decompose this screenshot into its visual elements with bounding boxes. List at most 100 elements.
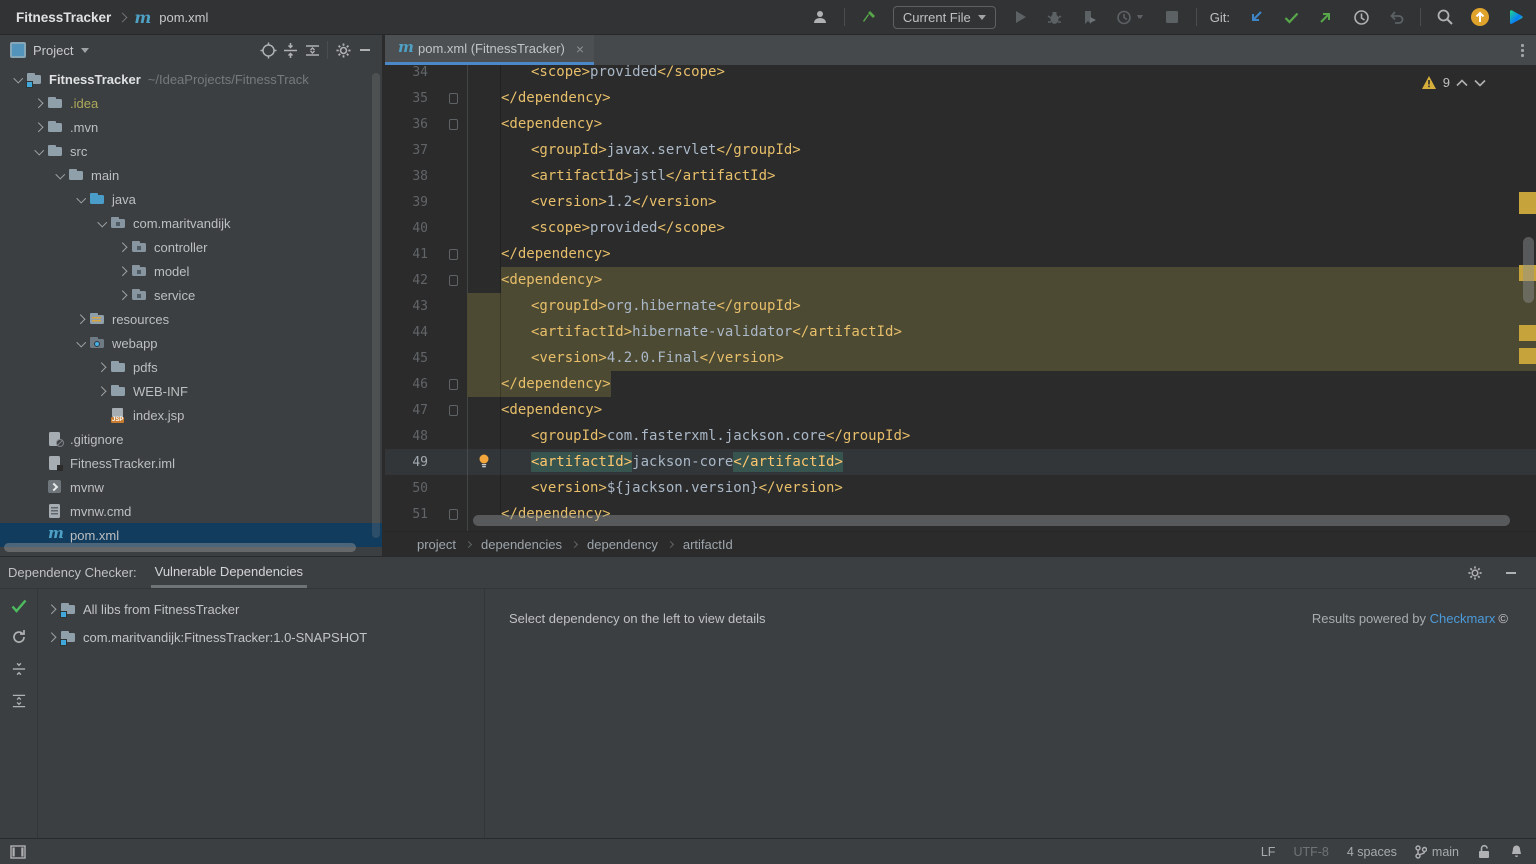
project-tree-item-pdfs[interactable]: pdfs [0, 355, 382, 379]
close-icon[interactable]: × [576, 41, 584, 57]
line-number[interactable]: 37 [385, 143, 440, 158]
unlock-icon[interactable] [1477, 844, 1491, 859]
dependency-tree-item[interactable]: All libs from FitnessTracker [38, 595, 484, 623]
code-line-49[interactable]: 49 <artifactId> jackson-core </artifactId> [385, 449, 1536, 475]
fold-marker-icon[interactable] [440, 248, 467, 260]
line-number[interactable]: 45 [385, 351, 440, 366]
project-tree-item-web-inf[interactable]: WEB-INF [0, 379, 382, 403]
warning-stripe-mark[interactable] [1519, 325, 1536, 341]
code-line-40[interactable]: 40 <scope> provided </scope> [385, 215, 1536, 241]
user-icon[interactable] [809, 6, 831, 28]
stop-icon[interactable] [1161, 6, 1183, 28]
search-everywhere-icon[interactable] [1434, 6, 1456, 28]
editor-horizontal-scrollbar[interactable] [473, 515, 1510, 526]
debug-icon[interactable] [1044, 6, 1066, 28]
code-line-48[interactable]: 48 <groupId> com.fasterxml.jackson.core </g… [385, 423, 1536, 449]
collapse-all-icon[interactable] [11, 661, 27, 677]
chevron-down-icon[interactable] [73, 193, 89, 203]
fold-marker-icon[interactable] [440, 404, 467, 416]
code-line-37[interactable]: 37 <groupId> javax.servlet </groupId> [385, 137, 1536, 163]
project-tree-item--idea[interactable]: .idea [0, 91, 382, 115]
warning-stripe-mark[interactable] [1519, 348, 1536, 364]
chevron-down-icon[interactable] [73, 337, 89, 347]
chevron-right-icon[interactable] [44, 632, 60, 642]
code-line-35[interactable]: 35 </dependency> [385, 85, 1536, 111]
fold-marker-icon[interactable] [440, 508, 467, 520]
chevron-right-icon[interactable] [115, 290, 131, 300]
code-line-46[interactable]: 46 </dependency> [385, 371, 1536, 397]
line-number[interactable]: 39 [385, 195, 440, 210]
toggle-tool-windows-icon[interactable] [10, 844, 26, 859]
history-icon[interactable] [1350, 6, 1372, 28]
project-tree-item-fitnesstracker-iml[interactable]: FitnessTracker.iml [0, 451, 382, 475]
checkmarx-link[interactable]: Checkmarx [1430, 611, 1496, 626]
project-tree-item-resources[interactable]: resources [0, 307, 382, 331]
project-tree-item-mvnw-cmd[interactable]: mvnw.cmd [0, 499, 382, 523]
line-number[interactable]: 40 [385, 221, 440, 236]
line-number[interactable]: 34 [385, 65, 440, 80]
project-horizontal-scrollbar[interactable] [4, 543, 356, 552]
project-tree-item-com-maritvandijk[interactable]: com.maritvandijk [0, 211, 382, 235]
breadcrumb-artifactid[interactable]: artifactId [683, 537, 733, 552]
line-number[interactable]: 43 [385, 299, 440, 314]
line-number[interactable]: 49 [385, 455, 440, 470]
tab-vulnerable-dependencies[interactable]: Vulnerable Dependencies [150, 557, 308, 588]
encoding-indicator[interactable]: UTF-8 [1293, 845, 1328, 859]
line-number[interactable]: 48 [385, 429, 440, 444]
chevron-right-icon[interactable] [94, 362, 110, 372]
fold-marker-icon[interactable] [440, 118, 467, 130]
line-number[interactable]: 41 [385, 247, 440, 262]
code-area[interactable]: 34 <scope> provided </scope> 35 </dependency>… [385, 65, 1536, 531]
project-panel-title[interactable]: Project [33, 43, 73, 58]
code-line-50[interactable]: 50 <version> ${jackson.version} </version> [385, 475, 1536, 501]
tab-pom-xml[interactable]: pom.xml (FitnessTracker) × [385, 35, 595, 65]
indent-indicator[interactable]: 4 spaces [1347, 845, 1397, 859]
code-line-43[interactable]: 43 <groupId> org.hibernate </groupId> [385, 293, 1536, 319]
code-line-34[interactable]: 34 <scope> provided </scope> [385, 65, 1536, 85]
chevron-right-icon[interactable] [94, 386, 110, 396]
chevron-down-icon[interactable] [10, 73, 26, 83]
code-line-39[interactable]: 39 <version> 1.2 </version> [385, 189, 1536, 215]
warning-stripe-mark[interactable] [1519, 192, 1536, 214]
dependency-tree-item[interactable]: com.maritvandijk:FitnessTracker:1.0-SNAP… [38, 623, 484, 651]
line-number[interactable]: 36 [385, 117, 440, 132]
fold-marker-icon[interactable] [440, 92, 467, 104]
project-tree-item-mvnw[interactable]: mvnw [0, 475, 382, 499]
git-branch-widget[interactable]: main [1415, 845, 1459, 859]
project-tree-item-java[interactable]: java [0, 187, 382, 211]
build-hammer-icon[interactable] [858, 6, 880, 28]
chevron-right-icon[interactable] [31, 122, 47, 132]
gear-icon[interactable] [332, 39, 354, 61]
inspections-widget[interactable]: 9 [1421, 75, 1486, 90]
collapse-all-icon[interactable] [279, 39, 301, 61]
chevron-down-icon[interactable] [52, 169, 68, 179]
project-tree-item--mvn[interactable]: .mvn [0, 115, 382, 139]
chevron-down-icon[interactable] [81, 47, 90, 53]
code-line-44[interactable]: 44 <artifactId> hibernate-validator </artif… [385, 319, 1536, 345]
git-update-icon[interactable] [1245, 6, 1267, 28]
line-number[interactable]: 51 [385, 507, 440, 522]
notifications-bell-icon[interactable] [1509, 844, 1524, 859]
chevron-right-icon[interactable] [115, 266, 131, 276]
gear-icon[interactable] [1464, 562, 1486, 584]
hide-panel-icon[interactable] [354, 39, 376, 61]
expand-all-icon[interactable] [11, 693, 27, 709]
hide-panel-icon[interactable] [1500, 562, 1522, 584]
more-options-icon[interactable] [1508, 35, 1536, 65]
breadcrumb-project[interactable]: project [417, 537, 456, 552]
git-push-icon[interactable] [1315, 6, 1337, 28]
breadcrumb-dependencies[interactable]: dependencies [481, 537, 562, 552]
project-tree-item-service[interactable]: service [0, 283, 382, 307]
run-with-coverage-icon[interactable] [1079, 6, 1101, 28]
chevron-down-icon[interactable] [31, 145, 47, 155]
code-line-42[interactable]: 42 <dependency> [385, 267, 1536, 293]
project-tree-item-fitnesstracker[interactable]: FitnessTracker ~/IdeaProjects/FitnessTrac… [0, 67, 382, 91]
titlebar-file-name[interactable]: pom.xml [159, 10, 208, 25]
line-number[interactable]: 44 [385, 325, 440, 340]
project-tree-item-main[interactable]: main [0, 163, 382, 187]
breadcrumb-dependency[interactable]: dependency [587, 537, 658, 552]
project-tree-item-model[interactable]: model [0, 259, 382, 283]
titlebar-project-name[interactable]: FitnessTracker [16, 10, 111, 25]
git-commit-icon[interactable] [1280, 6, 1302, 28]
refresh-icon[interactable] [11, 629, 27, 645]
